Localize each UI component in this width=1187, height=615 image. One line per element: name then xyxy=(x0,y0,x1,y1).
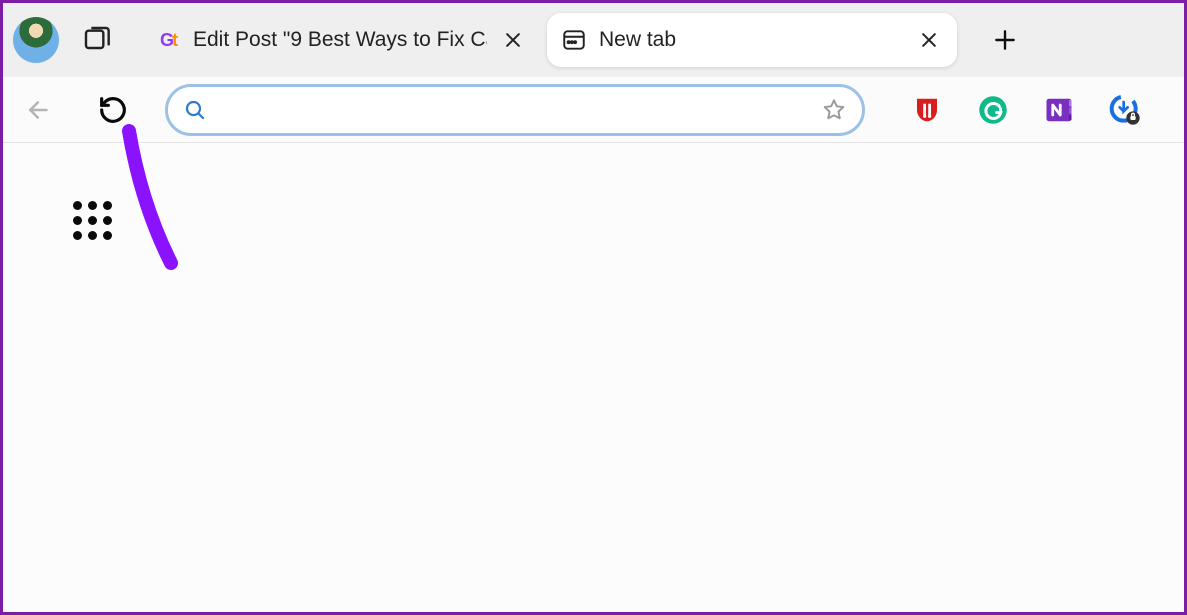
address-input[interactable] xyxy=(222,98,820,121)
tab-title: New tab xyxy=(599,28,903,52)
profile-avatar[interactable] xyxy=(13,17,59,63)
new-tab-page xyxy=(3,143,1184,612)
close-tab-icon[interactable] xyxy=(499,26,527,54)
close-tab-icon[interactable] xyxy=(915,26,943,54)
grammarly-extension-icon[interactable] xyxy=(977,94,1009,126)
guidingtech-favicon-icon: Gt xyxy=(155,27,181,53)
newtab-favicon-icon xyxy=(561,27,587,53)
search-icon xyxy=(182,97,208,123)
ublock-extension-icon[interactable] xyxy=(911,94,943,126)
idm-extension-icon[interactable] xyxy=(1109,94,1141,126)
address-bar[interactable] xyxy=(165,84,865,136)
favorite-star-icon[interactable] xyxy=(820,96,848,124)
tab-strip: Gt Edit Post "9 Best Ways to Fix Can New… xyxy=(3,3,1184,77)
onenote-extension-icon[interactable] xyxy=(1043,94,1075,126)
apps-launcher-icon[interactable] xyxy=(73,201,113,241)
extensions-area xyxy=(911,94,1135,126)
refresh-button[interactable] xyxy=(91,88,135,132)
workspaces-icon[interactable] xyxy=(81,23,115,57)
back-button[interactable] xyxy=(17,88,61,132)
new-tab-button[interactable] xyxy=(983,18,1027,62)
tab-new-tab[interactable]: New tab xyxy=(547,13,957,67)
tab-title: Edit Post "9 Best Ways to Fix Can xyxy=(193,28,487,52)
tab-edit-post[interactable]: Gt Edit Post "9 Best Ways to Fix Can xyxy=(141,13,541,67)
toolbar xyxy=(3,77,1184,143)
